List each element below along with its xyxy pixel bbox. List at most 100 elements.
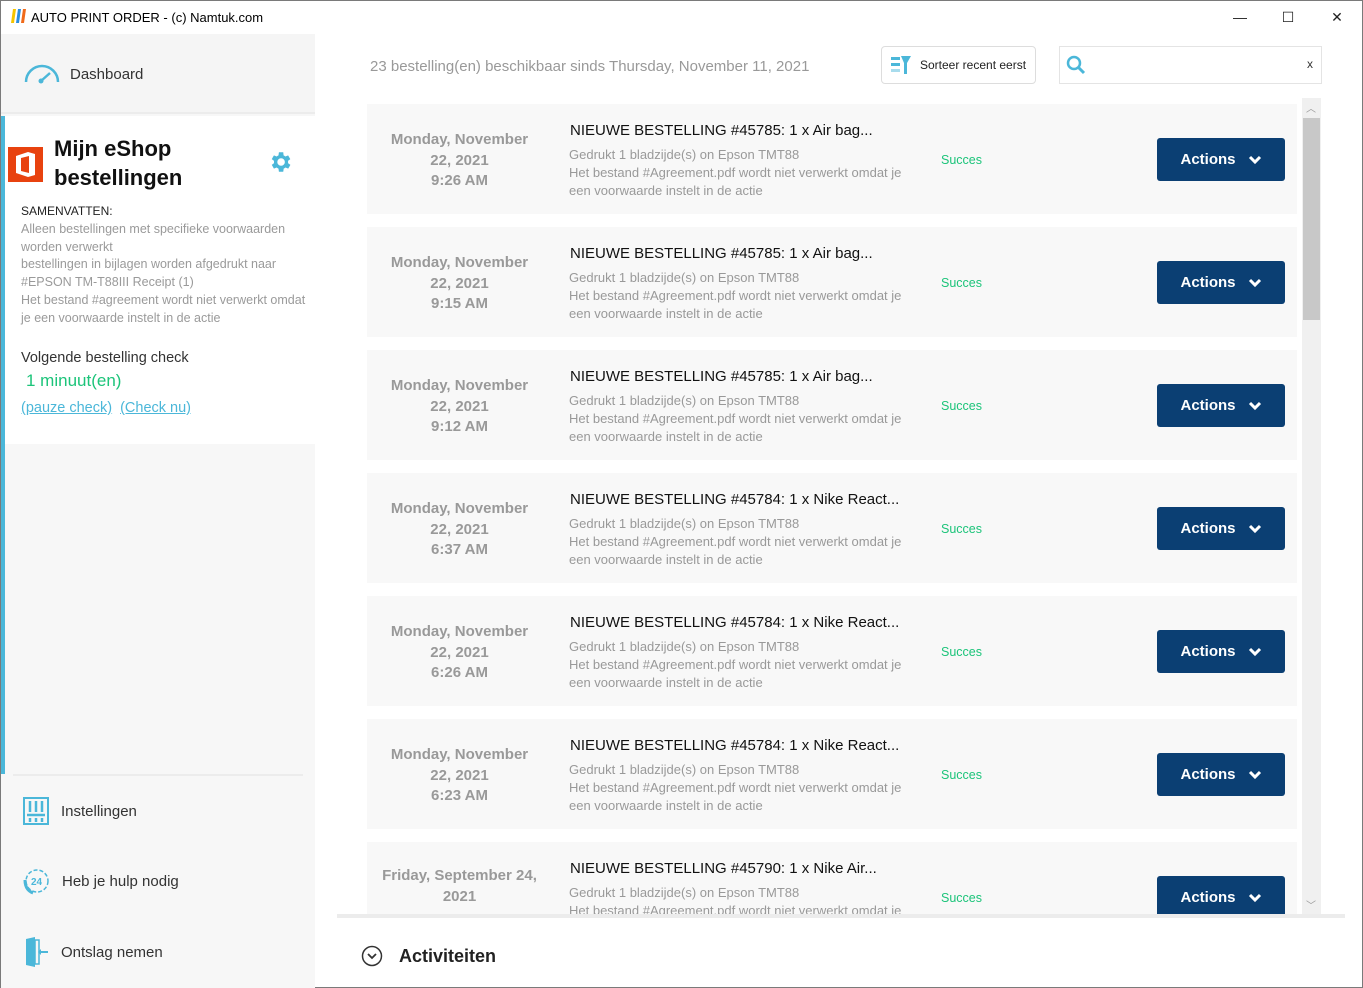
status-badge: Succes: [941, 522, 982, 536]
warning-info: Het bestand #Agreement.pdf wordt niet ve…: [569, 903, 902, 914]
maximize-button[interactable]: ☐: [1265, 1, 1311, 33]
actions-button[interactable]: Actions: [1157, 876, 1285, 914]
chevron-down-icon: [1248, 647, 1261, 656]
summary-line: Het bestand #agreement wordt niet verwer…: [21, 292, 306, 325]
sidebar: Dashboard Mijn eShop bestellingen SAMENVA…: [1, 34, 315, 988]
title-line-2: bestellingen: [54, 165, 183, 190]
close-button[interactable]: ✕: [1314, 1, 1360, 33]
print-info: Gedrukt 1 bladzijde(s) on Epson TMT88: [569, 270, 800, 285]
search-box[interactable]: x: [1059, 46, 1322, 84]
sidebar-item-logout[interactable]: Ontslag nemen: [23, 937, 163, 967]
status-badge: Succes: [941, 399, 982, 413]
svg-text:24: 24: [31, 877, 43, 888]
actions-label: Actions: [1180, 643, 1236, 660]
order-list: Monday, November 22, 2021 9:26 AM NIEUWE B…: [367, 104, 1297, 914]
actions-button[interactable]: Actions: [1157, 507, 1285, 550]
logout-door-icon: [26, 937, 48, 967]
order-title: NIEUWE BESTELLING #45785: 1 x Air bag...: [570, 368, 873, 385]
scroll-down-icon[interactable]: ﹀: [1306, 897, 1316, 912]
warning-info: Het bestand #Agreement.pdf wordt niet ve…: [569, 165, 902, 198]
actions-button[interactable]: Actions: [1157, 630, 1285, 673]
chevron-down-icon: [1248, 155, 1261, 164]
order-time: 6:37 AM: [431, 541, 488, 558]
next-check-label: Volgende bestelling check: [21, 350, 189, 366]
actions-label: Actions: [1180, 766, 1236, 783]
order-date: Monday, November 22, 2021 9:12 AM: [377, 376, 542, 438]
order-time: 6:26 AM: [431, 664, 488, 681]
date-line: Monday, November: [390, 254, 529, 271]
order-count-text: 23 bestelling(en) beschikbaar sinds Thur…: [370, 58, 810, 75]
activities-toggle[interactable]: Activiteiten: [361, 945, 496, 967]
date-line: 22, 2021: [430, 643, 489, 661]
search-input[interactable]: [1094, 53, 1294, 77]
nav-label: Heb je hulp nodig: [62, 873, 179, 890]
date-line: Monday, November: [390, 131, 529, 148]
print-info: Gedrukt 1 bladzijde(s) on Epson TMT88: [569, 393, 800, 408]
print-info: Gedrukt 1 bladzijde(s) on Epson TMT88: [569, 147, 800, 162]
actions-label: Actions: [1180, 520, 1236, 537]
gear-icon[interactable]: [267, 149, 293, 175]
summary-text: Alleen bestellingen met specifieke voorw…: [21, 221, 311, 327]
status-badge: Succes: [941, 276, 982, 290]
order-description: Gedrukt 1 bladzijde(s) on Epson TMT88 Het…: [569, 638, 909, 692]
date-line: 22, 2021: [430, 274, 489, 292]
actions-button[interactable]: Actions: [1157, 138, 1285, 181]
app-logo-icon: [11, 9, 26, 23]
print-info: Gedrukt 1 bladzijde(s) on Epson TMT88: [569, 762, 800, 777]
clear-search-button[interactable]: x: [1307, 57, 1313, 71]
summary-line: bestellingen in bijlagen worden afgedruk…: [21, 257, 277, 290]
order-title: NIEUWE BESTELLING #45785: 1 x Air bag...: [570, 122, 873, 139]
date-line: Monday, November: [390, 500, 529, 517]
active-indicator: [1, 116, 5, 774]
sliders-icon: [23, 797, 49, 825]
title-bar: AUTO PRINT ORDER - (c) Namtuk.com — ☐ ✕: [1, 1, 1362, 34]
order-title: NIEUWE BESTELLING #45785: 1 x Air bag...: [570, 245, 873, 262]
chevron-down-icon: [1248, 893, 1261, 902]
order-date: Monday, November 22, 2021 9:26 AM: [377, 130, 542, 192]
status-badge: Succes: [941, 645, 982, 659]
nav-label: Ontslag nemen: [61, 943, 163, 961]
order-card: Monday, November 22, 2021 6:26 AM NIEUWE B…: [367, 596, 1297, 706]
check-now-link[interactable]: (Check nu): [120, 400, 191, 416]
sidebar-item-dashboard[interactable]: Dashboard: [1, 34, 315, 114]
order-card: Monday, November 22, 2021 9:15 AM NIEUWE B…: [367, 227, 1297, 337]
order-title: NIEUWE BESTELLING #45784: 1 x Nike React…: [570, 614, 900, 631]
chevron-down-icon: [1248, 401, 1261, 410]
sort-label: Sorteer recent eerst: [920, 58, 1027, 72]
divider: [337, 914, 1345, 918]
dashboard-label: Dashboard: [70, 66, 144, 83]
sidebar-item-instellingen[interactable]: Instellingen: [23, 797, 137, 825]
sidebar-item-help[interactable]: 24 Heb je hulp nodig: [23, 868, 179, 895]
actions-button[interactable]: Actions: [1157, 384, 1285, 427]
scrollbar-thumb[interactable]: [1303, 118, 1320, 320]
search-icon: [1066, 55, 1086, 75]
scroll-up-icon[interactable]: ︿: [1306, 100, 1316, 115]
chevron-down-icon: [1248, 770, 1261, 779]
date-line: 22, 2021: [430, 766, 489, 784]
warning-info: Het bestand #Agreement.pdf wordt niet ve…: [569, 534, 902, 567]
chevron-down-icon: [1248, 524, 1261, 533]
date-line: 22, 2021: [430, 520, 489, 538]
chevron-down-circle-icon: [361, 945, 383, 967]
pause-check-link[interactable]: (pauze check): [21, 400, 112, 416]
status-badge: Succes: [941, 768, 982, 782]
status-badge: Succes: [941, 153, 982, 167]
scrollbar[interactable]: ︿ ﹀: [1302, 98, 1321, 914]
sort-button[interactable]: Sorteer recent eerst: [881, 46, 1036, 84]
summary-label: SAMENVATTEN:: [21, 204, 113, 218]
order-card: Monday, November 22, 2021 6:37 AM NIEUWE B…: [367, 473, 1297, 583]
actions-label: Actions: [1180, 274, 1236, 291]
minimize-button[interactable]: —: [1217, 1, 1263, 33]
actions-label: Actions: [1180, 397, 1236, 414]
office-icon: [8, 147, 43, 182]
actions-button[interactable]: Actions: [1157, 261, 1285, 304]
order-time: 9:26 AM: [431, 172, 488, 189]
actions-button[interactable]: Actions: [1157, 753, 1285, 796]
support-24-icon: 24: [23, 869, 49, 895]
actions-label: Actions: [1180, 151, 1236, 168]
date-line: Monday, November: [390, 746, 529, 763]
order-card: Monday, November 22, 2021 9:12 AM NIEUWE B…: [367, 350, 1297, 460]
order-time: 6:23 AM: [431, 787, 488, 804]
order-date: Monday, November 22, 2021 6:26 AM: [377, 622, 542, 684]
warning-info: Het bestand #Agreement.pdf wordt niet ve…: [569, 411, 902, 444]
